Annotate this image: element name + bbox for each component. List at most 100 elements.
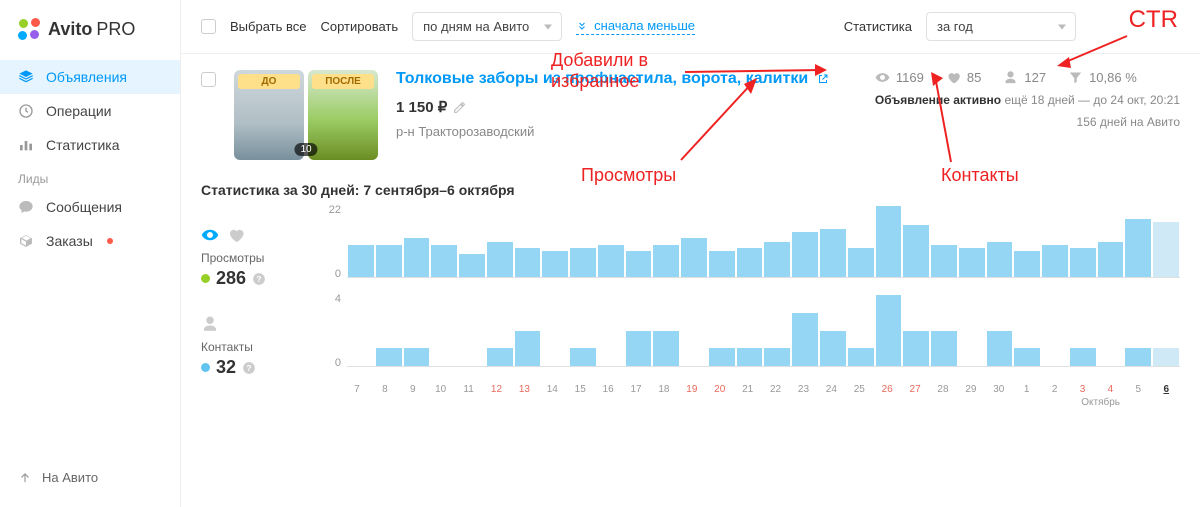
chart-bar bbox=[1070, 248, 1096, 277]
bars-icon bbox=[18, 137, 34, 153]
select-all-checkbox[interactable] bbox=[201, 19, 216, 34]
thumb-count-badge: 10 bbox=[294, 143, 317, 156]
sidebar-item-orders[interactable]: Заказы bbox=[0, 224, 180, 258]
eye-icon bbox=[875, 70, 890, 85]
person-icon bbox=[1003, 70, 1018, 85]
chart-bar bbox=[376, 348, 402, 366]
ymax-views: 22 bbox=[321, 204, 341, 216]
chart-bar bbox=[1014, 348, 1040, 366]
listing-days-on: 156 дней на Авито bbox=[875, 115, 1180, 129]
listing-status: Объявление активно ещё 18 дней — до 24 о… bbox=[875, 93, 1180, 107]
main: Выбрать все Сортировать по дням на Авито… bbox=[180, 0, 1200, 507]
chart-bar bbox=[820, 331, 846, 367]
chart-bar bbox=[1125, 348, 1151, 366]
nav-main: Объявления Операции Статистика bbox=[0, 60, 180, 162]
chart-bar bbox=[1098, 242, 1124, 278]
chart-contacts: 4 0 bbox=[321, 295, 1180, 367]
chart-bar bbox=[903, 331, 929, 367]
chart-bar bbox=[931, 331, 957, 367]
chart-bar bbox=[570, 248, 596, 277]
help-icon[interactable]: ? bbox=[252, 272, 266, 286]
funnel-icon bbox=[1068, 70, 1083, 85]
sort-select[interactable]: по дням на Авито bbox=[412, 12, 562, 41]
ymax-contacts: 4 bbox=[321, 293, 341, 305]
listing-metrics: 1169 85 127 10,86 % bbox=[875, 70, 1180, 85]
chart-bar bbox=[1042, 245, 1068, 277]
toggle-favorites-icon[interactable] bbox=[227, 226, 245, 247]
sidebar-item-messages[interactable]: Сообщения bbox=[0, 190, 180, 224]
chart-bar bbox=[653, 245, 679, 277]
chart-bar bbox=[542, 251, 568, 277]
nav-section-leads: Лиды bbox=[0, 162, 180, 190]
sidebar: Avito PRO Объявления Операции Статистика… bbox=[0, 0, 180, 507]
chart-bar bbox=[681, 238, 707, 277]
arrow-up-icon bbox=[18, 471, 32, 485]
chart-bar bbox=[487, 242, 513, 278]
chart-bar bbox=[598, 245, 624, 277]
listing-thumbnails[interactable]: ДО ПОСЛЕ 10 bbox=[234, 70, 378, 160]
logo[interactable]: Avito PRO bbox=[0, 18, 180, 60]
sort-label: Сортировать bbox=[320, 19, 398, 34]
ymin-contacts: 0 bbox=[321, 357, 341, 369]
chart-bar bbox=[626, 331, 652, 367]
sidebar-footer-link[interactable]: На Авито bbox=[0, 460, 180, 495]
chart-bar bbox=[987, 242, 1013, 278]
chart-bar bbox=[570, 348, 596, 366]
sidebar-item-listings[interactable]: Объявления bbox=[0, 60, 180, 94]
chart-xaxis: 7891011121314151617181920212223242526272… bbox=[317, 384, 1180, 395]
chart-bar bbox=[876, 206, 902, 277]
chart-bar bbox=[404, 238, 430, 277]
stats-period-select[interactable]: за год bbox=[926, 12, 1076, 41]
chart-bar bbox=[709, 348, 735, 366]
chart-bar bbox=[876, 295, 902, 366]
chart-month-label: Октябрь bbox=[201, 397, 1120, 408]
sidebar-item-operations[interactable]: Операции bbox=[0, 94, 180, 128]
chart-bar bbox=[737, 348, 763, 366]
chart-bar bbox=[431, 245, 457, 277]
chart-bar bbox=[515, 248, 541, 277]
chart-bar bbox=[737, 248, 763, 277]
chart-views: 22 0 bbox=[321, 206, 1180, 278]
thumb-after: ПОСЛЕ bbox=[308, 70, 378, 160]
chart-bar bbox=[764, 242, 790, 278]
chart-bar bbox=[404, 348, 430, 366]
box-icon bbox=[18, 233, 34, 249]
listing-checkbox[interactable] bbox=[201, 72, 216, 87]
sort-direction-link[interactable]: сначала меньше bbox=[576, 18, 695, 35]
sidebar-item-label: Операции bbox=[46, 103, 112, 119]
chart-bar bbox=[959, 248, 985, 277]
chart-bar bbox=[348, 245, 374, 277]
chart-bar bbox=[487, 348, 513, 366]
sidebar-item-stats[interactable]: Статистика bbox=[0, 128, 180, 162]
thumb-before: ДО bbox=[234, 70, 304, 160]
listing-title-link[interactable]: Толковые заборы из профнастила, ворота, … bbox=[396, 70, 829, 87]
chart-bar bbox=[626, 251, 652, 277]
chart-bar bbox=[1153, 222, 1179, 277]
chart-bar bbox=[1153, 348, 1179, 366]
chart-bar bbox=[376, 245, 402, 277]
toggle-contacts-icon[interactable] bbox=[201, 315, 219, 336]
metric-views: 1169 bbox=[875, 70, 924, 85]
chart-bar bbox=[515, 331, 541, 367]
chart-bar bbox=[903, 225, 929, 277]
listing-card: ДО ПОСЛЕ 10 Толковые заборы из профнасти… bbox=[181, 54, 1200, 418]
select-all-label: Выбрать все bbox=[230, 19, 306, 34]
brand-suffix: PRO bbox=[96, 19, 135, 40]
legend-contacts: Контакты 32? bbox=[201, 295, 291, 378]
chart-bar bbox=[1014, 251, 1040, 277]
chart-bar bbox=[820, 229, 846, 277]
stats-header: Статистика за 30 дней: 7 сентября–6 октя… bbox=[201, 182, 1180, 198]
listing-district: р-н Тракторозаводский bbox=[396, 124, 857, 139]
brand-name: Avito bbox=[48, 19, 92, 40]
sidebar-item-label: Объявления bbox=[46, 69, 127, 85]
help-icon[interactable]: ? bbox=[242, 361, 256, 375]
listing-price: 1 150 ₽ bbox=[396, 98, 857, 116]
svg-text:?: ? bbox=[247, 363, 252, 372]
chart-bar bbox=[848, 348, 874, 366]
toggle-views-icon[interactable] bbox=[201, 226, 219, 247]
chart-bar bbox=[987, 331, 1013, 367]
edit-price-icon[interactable] bbox=[453, 101, 466, 114]
sort-asc-icon bbox=[576, 20, 588, 32]
metric-contacts: 127 bbox=[1003, 70, 1046, 85]
external-link-icon bbox=[817, 73, 829, 85]
